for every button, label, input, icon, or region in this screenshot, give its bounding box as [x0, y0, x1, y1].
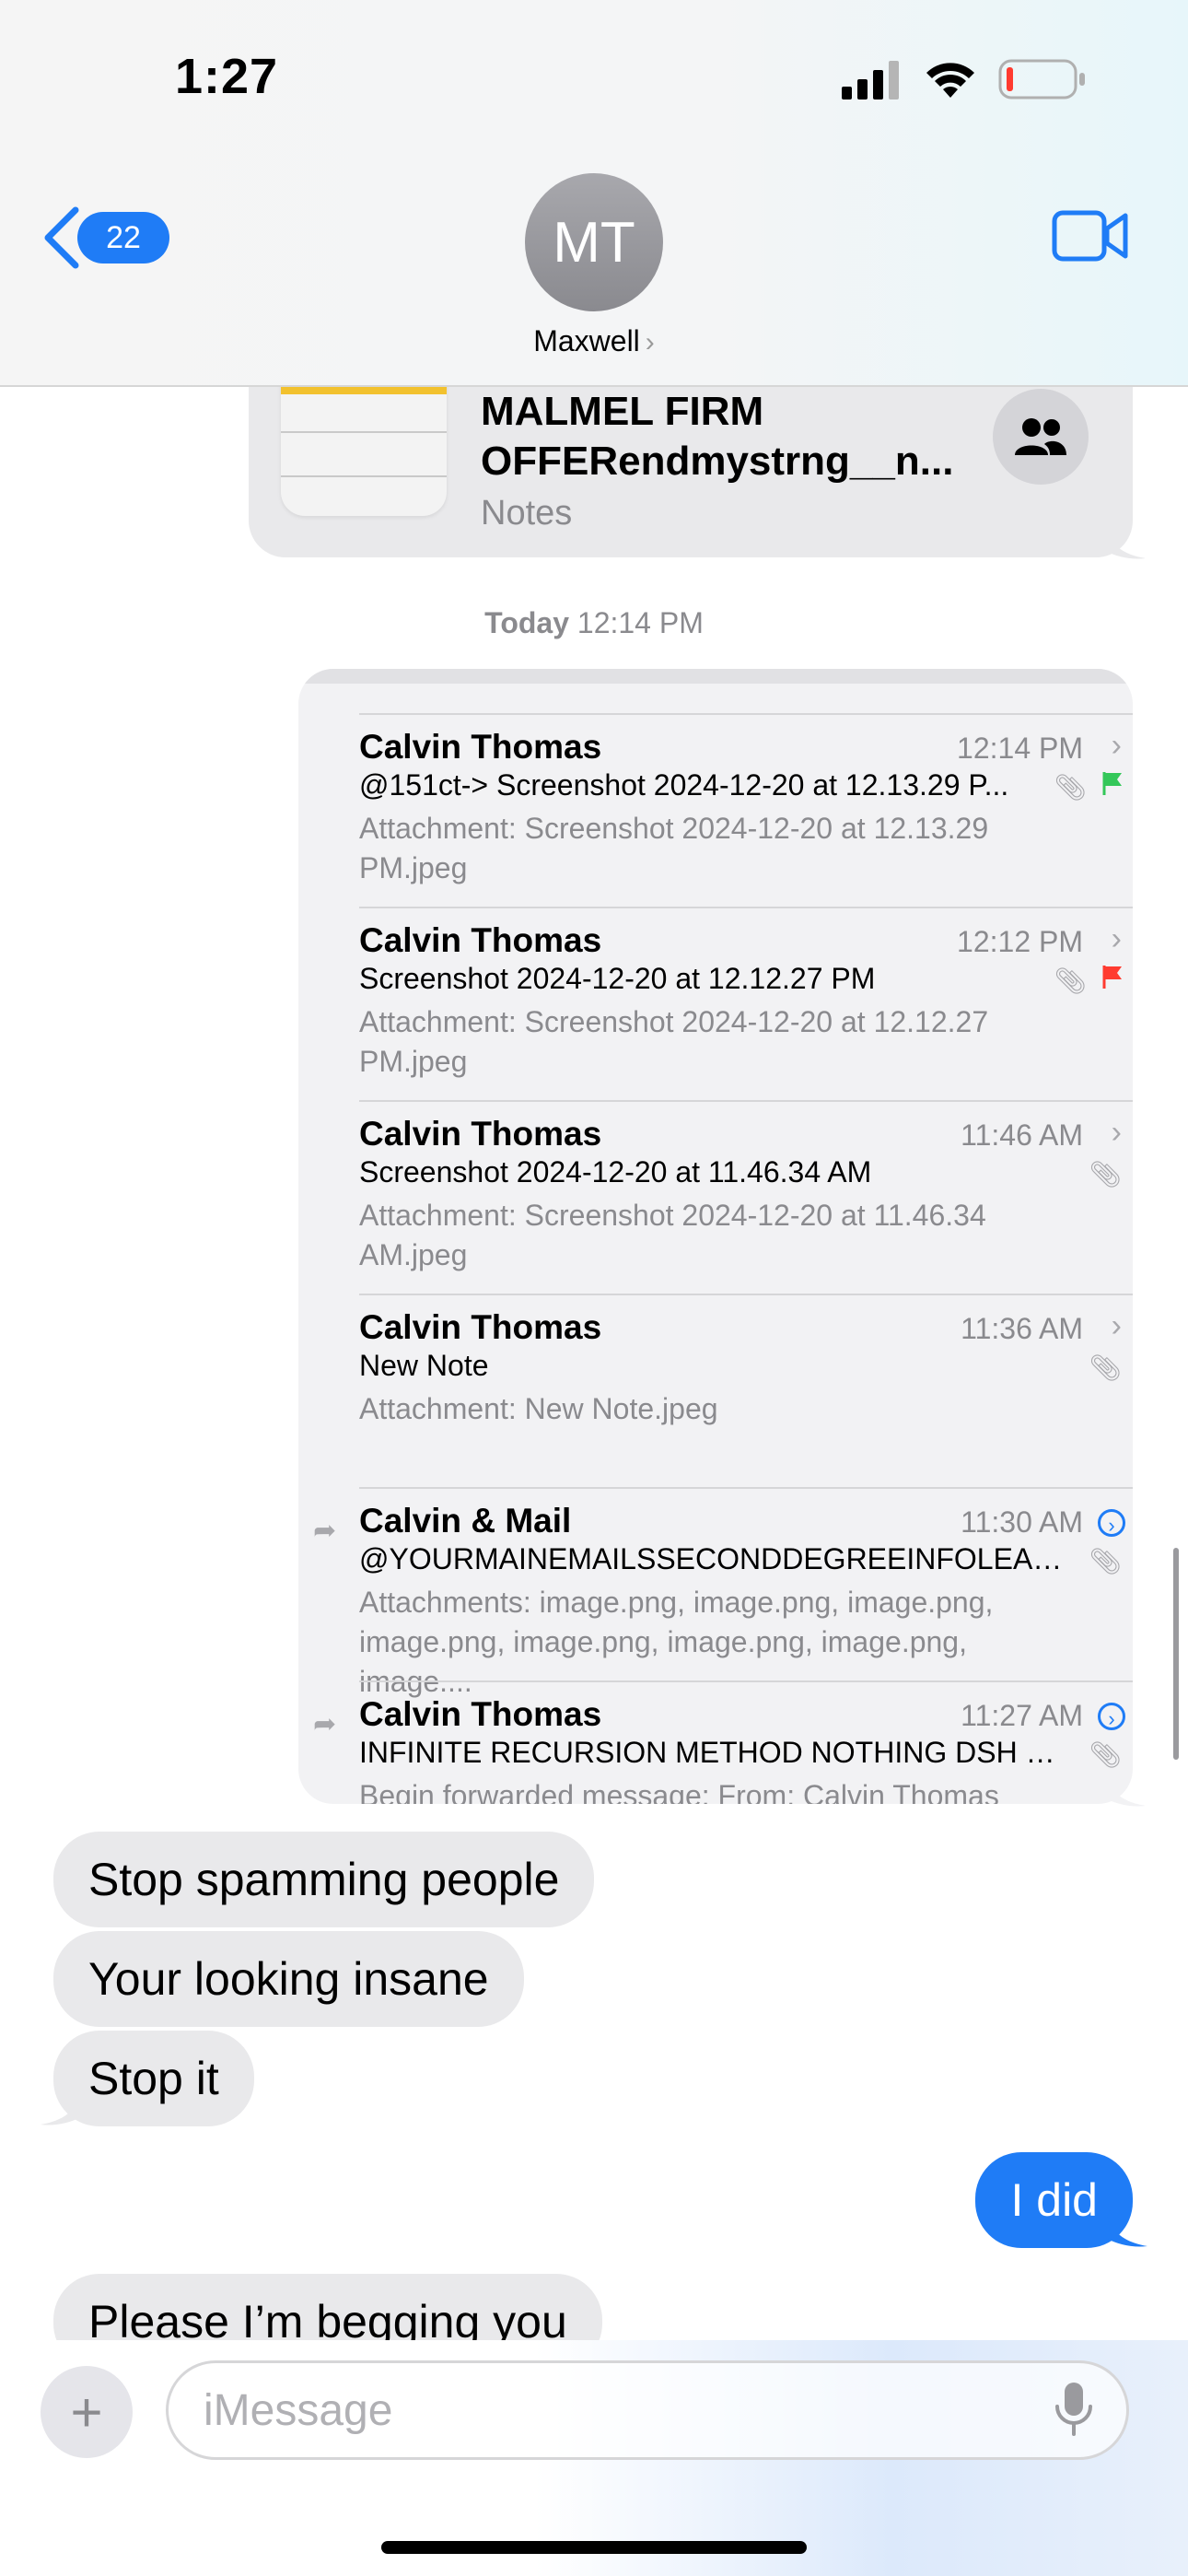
mail-time: 11:36 AM [961, 1312, 1083, 1345]
forward-arrow-icon: ➦ [313, 1516, 337, 1546]
mail-row[interactable]: ➦ Calvin Thomas 11:27 AM › INFINITE RECU… [298, 1680, 1133, 1804]
mail-sender: Calvin & Mail [359, 1502, 572, 1540]
mail-time: 12:12 PM [957, 925, 1083, 958]
bubble-tail [41, 2093, 81, 2125]
home-indicator[interactable] [381, 2541, 807, 2554]
microphone-icon[interactable] [1052, 2381, 1096, 2440]
mail-preview: Attachment: Screenshot 2024-12-20 at 11.… [359, 1199, 986, 1271]
mail-time: 11:30 AM [961, 1505, 1083, 1539]
plus-icon: + [70, 2381, 103, 2443]
cellular-signal-icon [842, 61, 899, 100]
mail-preview: Attachment: Screenshot 2024-12-20 at 12.… [359, 812, 989, 884]
mail-time: 11:46 AM [961, 1118, 1083, 1152]
timestamp-day: Today [484, 606, 569, 639]
facetime-video-icon[interactable] [1052, 208, 1129, 263]
notes-card-title: MALMEL FIRM OFFERendmystrng__n... [481, 389, 954, 484]
divider [359, 1487, 1133, 1489]
mail-time: 11:27 AM [961, 1699, 1083, 1732]
flag-icon [1102, 966, 1122, 989]
contact-name-button[interactable]: Maxwell › [0, 324, 1188, 358]
mail-row[interactable]: Calvin Thomas 11:46 AM › Screenshot 2024… [298, 1100, 1133, 1294]
chevron-right-icon: › [1111, 1308, 1122, 1343]
timestamp-time: 12:14 PM [577, 606, 704, 639]
add-attachment-button[interactable]: + [41, 2366, 133, 2458]
mail-sender: Calvin Thomas [359, 921, 602, 959]
divider [359, 713, 1133, 715]
incoming-message[interactable]: Your looking insane [53, 1931, 524, 2027]
people-icon [1015, 418, 1066, 455]
mail-subject: Screenshot 2024-12-20 at 11.46.34 AM [359, 1155, 872, 1188]
mail-subject: INFINITE RECURSION METHOD NOTHING DSH EL… [359, 1736, 1068, 1769]
paperclip-icon: 📎︎ [1089, 1353, 1122, 1382]
paperclip-icon: 📎︎ [1089, 1740, 1122, 1769]
incoming-message[interactable]: Stop spamming people [53, 1832, 595, 1927]
flag-icon [1102, 772, 1122, 795]
mail-sender: Calvin Thomas [359, 728, 602, 766]
expand-thread-icon[interactable]: › [1098, 1509, 1125, 1537]
paperclip-icon: 📎︎ [1089, 1547, 1122, 1575]
mail-row[interactable]: Calvin Thomas 12:12 PM › Screenshot 2024… [298, 907, 1133, 1100]
divider [359, 1100, 1133, 1102]
mail-subject: @151ct-> Screenshot 2024-12-20 at 12.13.… [359, 768, 1009, 802]
chevron-right-icon: › [1111, 728, 1122, 763]
mail-preview: Attachment: New Note.jpeg [359, 1392, 718, 1425]
conversation-header: 1:27 22 MT Maxwell › [0, 0, 1188, 387]
chevron-right-icon: › [645, 327, 655, 357]
collaborate-button[interactable] [993, 389, 1089, 485]
mail-subject: @YOURMAINEMAILSSECONDDEGREEINFOLEAKR... [359, 1542, 1068, 1575]
wifi-icon [926, 63, 974, 98]
notes-card-app-label: Notes [481, 494, 573, 533]
mail-row[interactable]: ➦ Calvin & Mail 11:30 AM › @YOURMAINEMAI… [298, 1487, 1133, 1698]
battery-low-icon [998, 59, 1085, 100]
chevron-right-icon: › [1111, 1115, 1122, 1150]
mail-sender: Calvin Thomas [359, 1695, 602, 1733]
imessage-input[interactable]: iMessage [166, 2360, 1129, 2460]
divider [359, 907, 1133, 908]
mail-list-bubble[interactable]: Calvin Thomas 12:14 PM › @151ct-> Screen… [298, 669, 1133, 1804]
mail-row[interactable]: Calvin Thomas 11:36 AM › New Note 📎︎ Att… [298, 1294, 1133, 1487]
mail-preview: Begin forwarded message: From: Calvin Th… [359, 1779, 999, 1804]
contact-name: Maxwell [533, 324, 640, 357]
expand-thread-icon[interactable]: › [1098, 1703, 1125, 1730]
paperclip-icon: 📎︎ [1054, 966, 1087, 995]
mail-subject: Screenshot 2024-12-20 at 12.12.27 PM [359, 962, 876, 995]
bubble-tail [1105, 1774, 1146, 1807]
paperclip-icon: 📎︎ [1089, 1160, 1122, 1188]
divider [359, 1680, 1133, 1682]
scroll-indicator[interactable] [1173, 1548, 1179, 1760]
mail-row[interactable]: Calvin Thomas 12:14 PM › @151ct-> Screen… [298, 713, 1133, 907]
paperclip-icon: 📎︎ [1054, 773, 1087, 802]
chevron-right-icon: › [1111, 921, 1122, 956]
mail-sender: Calvin Thomas [359, 1308, 602, 1346]
contact-avatar[interactable]: MT [525, 173, 663, 311]
message-timestamp: Today 12:14 PM [0, 606, 1188, 640]
mail-preview: Attachment: Screenshot 2024-12-20 at 12.… [359, 1005, 989, 1078]
incoming-message[interactable]: Stop it [53, 2031, 254, 2126]
unread-count-badge: 22 [77, 212, 169, 263]
mail-list-top-edge [298, 669, 1133, 684]
bubble-tail [1107, 2215, 1147, 2247]
forward-arrow-icon: ➦ [313, 1709, 337, 1739]
mail-subject: New Note [359, 1349, 489, 1382]
mail-time: 12:14 PM [957, 732, 1083, 765]
status-time: 1:27 [175, 49, 279, 104]
divider [359, 1294, 1133, 1295]
back-button[interactable]: 22 [41, 205, 169, 271]
mail-sender: Calvin Thomas [359, 1115, 602, 1153]
